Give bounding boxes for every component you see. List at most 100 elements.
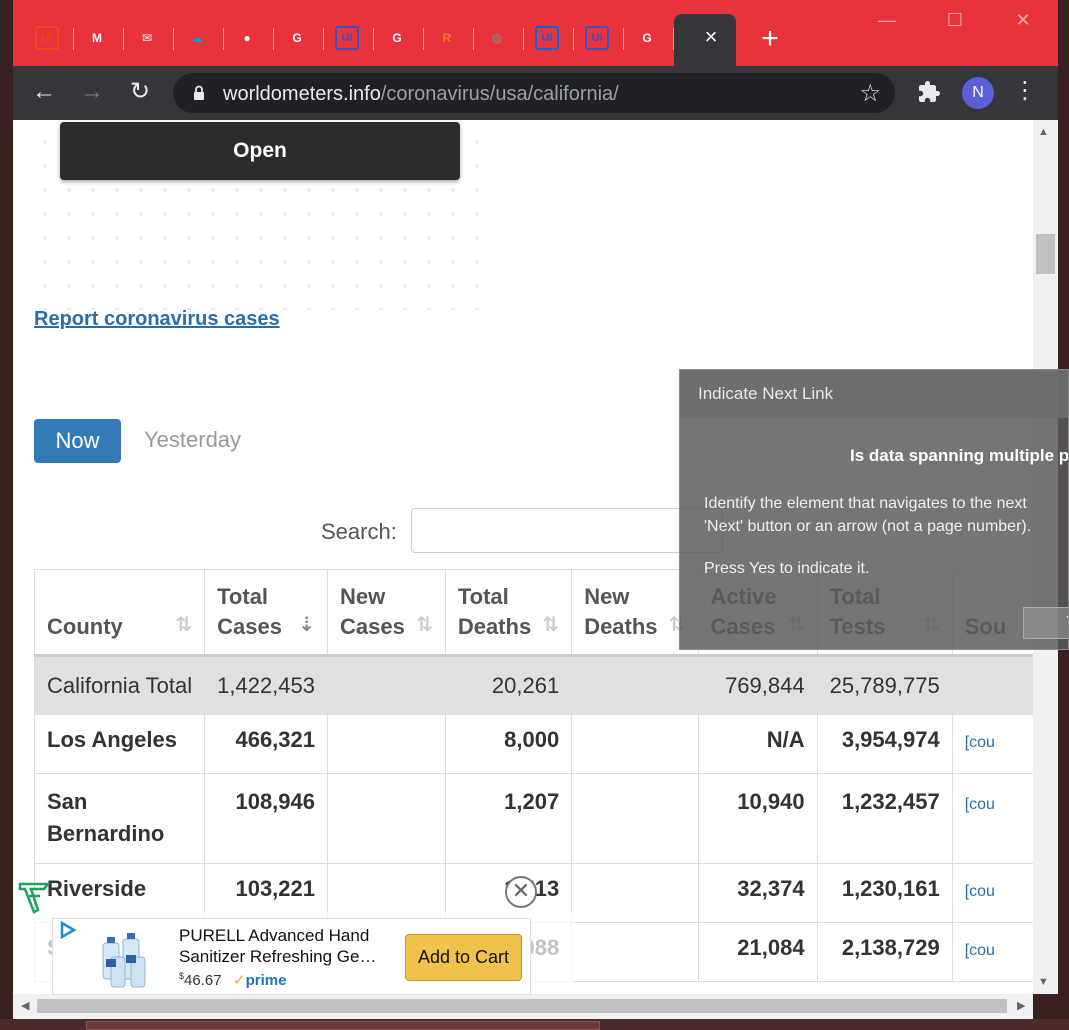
salesforce-icon[interactable]: ☁	[185, 26, 209, 50]
column-header-label: Total Cases	[217, 584, 282, 639]
maximize-icon[interactable]: ☐	[945, 10, 965, 31]
google-icon[interactable]: G	[635, 26, 659, 50]
scroll-right-arrow-icon[interactable]: ▶	[1017, 999, 1025, 1012]
cell-source: [cou	[951, 773, 1033, 864]
url-text: worldometers.info/coronavirus/usa/califo…	[223, 83, 619, 106]
menu-kebab-icon[interactable]: ⋮	[1013, 76, 1037, 105]
tab-separator	[223, 28, 224, 50]
source-link[interactable]: [cou	[965, 796, 995, 813]
scroll-down-arrow-icon[interactable]: ▼	[1038, 976, 1049, 988]
mail-icon[interactable]: ✉	[135, 26, 159, 50]
cell-total-cases: 108,946	[204, 773, 328, 864]
product-image[interactable]	[97, 929, 161, 989]
minimize-icon[interactable]: —	[877, 10, 897, 31]
ad-product-title[interactable]: PURELL Advanced Hand Sanitizer Refreshin…	[179, 925, 376, 967]
tab-now[interactable]: Now	[34, 419, 121, 463]
cell-total-tests: 3,954,974	[816, 714, 953, 774]
globe-icon[interactable]: ◍	[485, 26, 509, 50]
total-row: California Total 1,422,453 20,261 769,844 25…	[33, 655, 1033, 715]
scroll-up-arrow-icon[interactable]: ▲	[1038, 126, 1049, 138]
sort-desc-icon[interactable]: ⇣	[298, 610, 315, 640]
tab-yesterday[interactable]: Yesterday	[144, 427, 241, 453]
cell-total-deaths: 1,207	[444, 773, 573, 864]
search-input[interactable]	[411, 508, 723, 553]
open-button[interactable]: Open	[60, 122, 460, 180]
column-header[interactable]: Total Deaths ⇅	[444, 569, 573, 657]
cell-new-cases	[327, 655, 446, 715]
vertical-scroll-thumb[interactable]	[1036, 234, 1055, 274]
horizontal-scroll-thumb[interactable]	[37, 999, 1007, 1013]
cell-new-deaths	[571, 773, 699, 864]
cell-source: [cou	[951, 863, 1033, 923]
ad-title-line2: Sanitizer Refreshing Ge…	[179, 947, 377, 966]
gmail-icon[interactable]: M	[85, 26, 109, 50]
cell-new-deaths	[571, 922, 699, 982]
uipath-icon[interactable]: Ui	[335, 26, 359, 50]
forward-icon[interactable]: →	[78, 78, 106, 106]
cell-total-cases: 466,321	[204, 714, 328, 774]
extensions-puzzle-icon[interactable]	[917, 80, 941, 104]
dialog-question: Is data spanning multiple pa	[850, 446, 1069, 465]
sort-icon[interactable]: ⇅	[416, 610, 433, 640]
tab-separator	[523, 28, 524, 50]
taskbar-item[interactable]	[86, 1021, 600, 1030]
ad-network-logo-icon[interactable]	[18, 880, 52, 914]
tab-separator	[423, 28, 424, 50]
url-host: worldometers.info	[223, 83, 381, 105]
cell-active-cases: 10,940	[697, 773, 818, 864]
source-link[interactable]: [cou	[965, 883, 995, 900]
tab-separator	[473, 28, 474, 50]
sort-icon[interactable]: ⇅	[542, 610, 559, 640]
uipath-icon[interactable]: Ui	[535, 26, 559, 50]
column-header[interactable]: New Cases ⇅	[327, 569, 446, 657]
table-row: Los Angeles 466,321 8,000 N/A 3,954,974 [cou	[33, 714, 1033, 774]
browser-window: Ui M ✉ ☁ ● G Ui G R ◍ Ui Ui G × + — ☐ ✕ ← → ↻ worldo…	[0, 0, 1069, 1030]
r-icon[interactable]: R	[435, 26, 459, 50]
scroll-left-arrow-icon[interactable]: ◀	[21, 999, 29, 1012]
source-link[interactable]: [cou	[965, 942, 995, 959]
reload-icon[interactable]: ↻	[126, 78, 154, 106]
tab-separator	[623, 28, 624, 50]
google-icon[interactable]: G	[285, 26, 309, 50]
back-icon[interactable]: ←	[30, 78, 58, 106]
uipath-icon[interactable]: Ui	[585, 26, 609, 50]
cell-new-cases	[327, 714, 446, 774]
report-cases-link[interactable]: Report coronavirus cases	[34, 308, 280, 331]
prime-badge: ✓prime	[233, 971, 286, 989]
column-header[interactable]: Total Cases ⇣	[204, 569, 328, 657]
google-icon[interactable]: G	[385, 26, 409, 50]
cell-total-tests: 2,138,729	[816, 922, 953, 982]
adchoices-icon[interactable]	[59, 921, 77, 939]
cell-new-deaths	[571, 863, 699, 923]
github-icon[interactable]: ●	[235, 26, 259, 50]
add-to-cart-button[interactable]: Add to Cart	[405, 934, 522, 981]
tab-separator	[323, 28, 324, 50]
column-header[interactable]: County ⇅	[33, 569, 206, 657]
horizontal-scrollbar[interactable]: ◀ ▶	[13, 994, 1033, 1019]
yes-button[interactable]: Y	[1023, 607, 1068, 639]
sort-icon[interactable]: ⇅	[175, 610, 192, 640]
ad-price: $46.67	[179, 971, 222, 989]
product-ad[interactable]: PURELL Advanced Hand Sanitizer Refreshin…	[52, 918, 531, 995]
ad-close-icon[interactable]: ✕	[505, 876, 537, 908]
table-row: San Bernardino 108,946 1,207 10,940 1,232,45…	[33, 773, 1033, 864]
address-bar[interactable]: worldometers.info/coronavirus/usa/califo…	[173, 73, 895, 113]
bookmark-star-icon[interactable]: ☆	[859, 79, 881, 108]
cell-county: San Bernardino	[33, 773, 206, 864]
uipath-icon[interactable]: Ui	[35, 26, 59, 50]
cell-source: [cou	[951, 714, 1033, 774]
cell-new-deaths	[571, 655, 699, 715]
close-tab-icon[interactable]: ×	[699, 24, 723, 50]
cell-total-tests: 25,789,775	[816, 655, 953, 715]
cell-source	[951, 655, 1033, 715]
tab-separator	[173, 28, 174, 50]
source-link[interactable]: [cou	[965, 734, 995, 751]
cell-total-deaths: 8,000	[444, 714, 573, 774]
url-path: /coronavirus/usa/california/	[380, 83, 619, 105]
cell-new-cases	[327, 773, 446, 864]
new-tab-button[interactable]: +	[757, 22, 783, 56]
tab-strip: Ui M ✉ ☁ ● G Ui G R ◍ Ui Ui G × + — ☐ ✕	[13, 0, 1058, 66]
cell-total-cases: 1,422,453	[204, 655, 328, 715]
profile-avatar[interactable]: N	[962, 77, 994, 109]
window-close-icon[interactable]: ✕	[1013, 10, 1033, 31]
